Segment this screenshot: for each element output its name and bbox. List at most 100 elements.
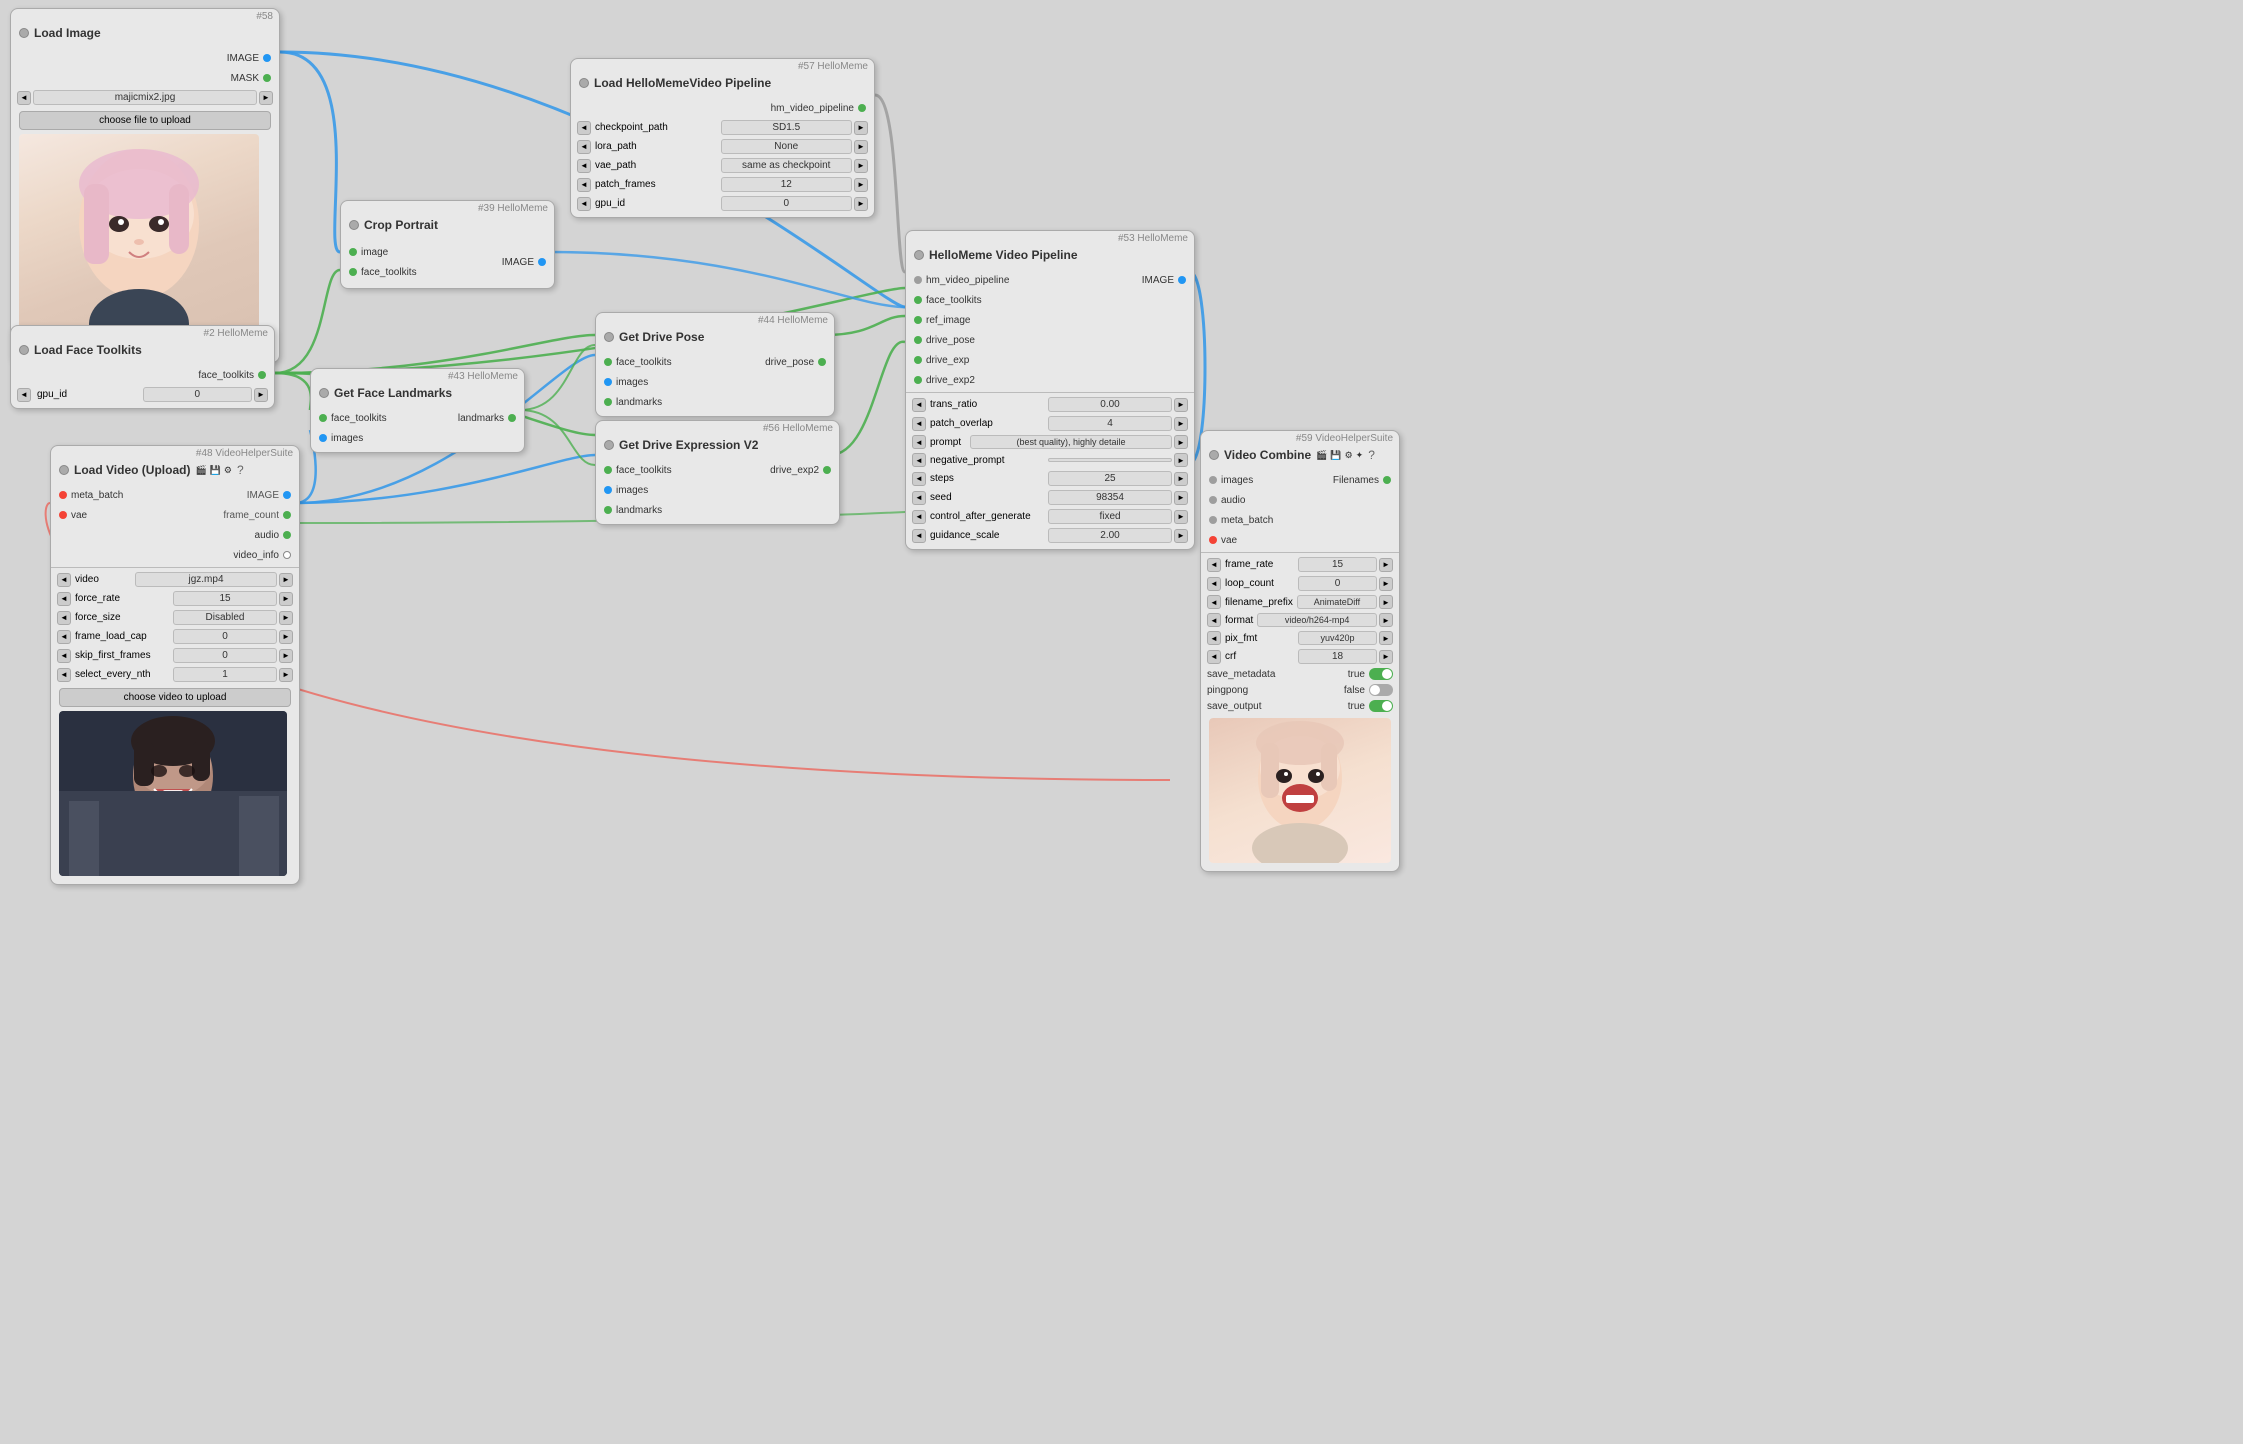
port-dot-filenames[interactable] xyxy=(1383,476,1391,484)
arrow-left-po[interactable]: ◄ xyxy=(912,417,926,431)
port-dot-drive-pose[interactable] xyxy=(818,358,826,366)
arrow-right-flc[interactable]: ► xyxy=(279,630,293,644)
port-dot-in-toolkits[interactable] xyxy=(349,268,357,276)
field-value-prompt: (best quality), highly detaile xyxy=(970,435,1172,449)
arrow-right-frvc[interactable]: ► xyxy=(1379,558,1393,572)
arrow-right-po[interactable]: ► xyxy=(1174,417,1188,431)
arrow-right-fmt[interactable]: ► xyxy=(1379,613,1393,627)
help-btn-vc[interactable]: ? xyxy=(1368,448,1375,462)
node-id-video: #48 VideoHelperSuite xyxy=(51,446,299,459)
arrow-left-pf2[interactable]: ◄ xyxy=(1207,631,1221,645)
arrow-right-lora[interactable]: ► xyxy=(854,140,868,154)
arrow-right-vae[interactable]: ► xyxy=(854,159,868,173)
arrow-right-seed[interactable]: ► xyxy=(1174,491,1188,505)
arrow-left-vae[interactable]: ◄ xyxy=(577,159,591,173)
port-dot-video-info[interactable] xyxy=(283,551,291,559)
port-dot-ft-exp[interactable] xyxy=(604,466,612,474)
arrow-left-sn[interactable]: ◄ xyxy=(57,668,71,682)
arrow-left-pf[interactable]: ◄ xyxy=(577,178,591,192)
arrow-left-sf[interactable]: ◄ xyxy=(57,649,71,663)
arrow-left-frvc[interactable]: ◄ xyxy=(1207,558,1221,572)
arrow-left-flc[interactable]: ◄ xyxy=(57,630,71,644)
arrow-right-gpu-hlm[interactable]: ► xyxy=(854,197,868,211)
arrow-right-steps[interactable]: ► xyxy=(1174,472,1188,486)
help-btn-video[interactable]: ? xyxy=(237,463,244,477)
port-dot-vae-vc[interactable] xyxy=(1209,536,1217,544)
port-dot-landmarks-out[interactable] xyxy=(508,414,516,422)
arrow-left-steps[interactable]: ◄ xyxy=(912,472,926,486)
port-dot-mask[interactable] xyxy=(263,74,271,82)
port-dot-img-exp[interactable] xyxy=(604,486,612,494)
port-dot-image-out[interactable] xyxy=(283,491,291,499)
arrow-right-image[interactable]: ► xyxy=(259,91,273,105)
arrow-right-gs[interactable]: ► xyxy=(1174,529,1188,543)
port-dot-lm-exp[interactable] xyxy=(604,506,612,514)
arrow-right-prompt[interactable]: ► xyxy=(1174,435,1188,449)
arrow-left-seed[interactable]: ◄ xyxy=(912,491,926,505)
port-dot-img-pipe-out[interactable] xyxy=(1178,276,1186,284)
port-dot-meta[interactable] xyxy=(59,491,67,499)
arrow-left-lora[interactable]: ◄ xyxy=(577,140,591,154)
arrow-right-pf[interactable]: ► xyxy=(854,178,868,192)
arrow-right-fr[interactable]: ► xyxy=(279,592,293,606)
port-dot-face-toolkits[interactable] xyxy=(258,371,266,379)
arrow-left-image[interactable]: ◄ xyxy=(17,91,31,105)
port-dot-hm-in[interactable] xyxy=(914,276,922,284)
arrow-right-cp[interactable]: ► xyxy=(854,121,868,135)
arrow-right-neg[interactable]: ► xyxy=(1174,453,1188,467)
port-dot-out-image[interactable] xyxy=(538,258,546,266)
port-dot-vae[interactable] xyxy=(59,511,67,519)
arrow-right-ca[interactable]: ► xyxy=(1174,510,1188,524)
arrow-left-tr[interactable]: ◄ xyxy=(912,398,926,412)
toggle-btn-save-output[interactable] xyxy=(1369,700,1393,712)
arrow-right-pf2[interactable]: ► xyxy=(1379,631,1393,645)
port-dot-drive-exp2[interactable] xyxy=(823,466,831,474)
port-dot-ref-img[interactable] xyxy=(914,316,922,324)
arrow-left-crf[interactable]: ◄ xyxy=(1207,650,1221,664)
port-face-toolkits-pose: face_toolkits xyxy=(596,352,684,372)
arrow-right-tr[interactable]: ► xyxy=(1174,398,1188,412)
arrow-left-video[interactable]: ◄ xyxy=(57,573,71,587)
arrow-left-fmt[interactable]: ◄ xyxy=(1207,613,1221,627)
arrow-left-ca[interactable]: ◄ xyxy=(912,510,926,524)
arrow-left-gpu-hlm[interactable]: ◄ xyxy=(577,197,591,211)
port-dot-audio-vc[interactable] xyxy=(1209,496,1217,504)
port-dot-ft-lm[interactable] xyxy=(319,414,327,422)
port-dot-de2-in[interactable] xyxy=(914,376,922,384)
port-dot-img-vc[interactable] xyxy=(1209,476,1217,484)
arrow-right-gpu[interactable]: ► xyxy=(254,388,268,402)
arrow-right-sn[interactable]: ► xyxy=(279,668,293,682)
arrow-left-prompt[interactable]: ◄ xyxy=(912,435,926,449)
toggle-btn-save-metadata[interactable] xyxy=(1369,668,1393,680)
port-dot-dp-in[interactable] xyxy=(914,336,922,344)
port-dot-meta-vc[interactable] xyxy=(1209,516,1217,524)
arrow-right-lc[interactable]: ► xyxy=(1379,577,1393,591)
port-dot-ft-pipe[interactable] xyxy=(914,296,922,304)
port-dot-ft-pose[interactable] xyxy=(604,358,612,366)
arrow-left-gs[interactable]: ◄ xyxy=(912,529,926,543)
port-dot-frame-count[interactable] xyxy=(283,511,291,519)
toggle-btn-pingpong[interactable] xyxy=(1369,684,1393,696)
port-dot-img-lm[interactable] xyxy=(319,434,327,442)
arrow-left-fs[interactable]: ◄ xyxy=(57,611,71,625)
port-dot-lm-pose[interactable] xyxy=(604,398,612,406)
arrow-right-sf[interactable]: ► xyxy=(279,649,293,663)
port-dot-audio[interactable] xyxy=(283,531,291,539)
arrow-left-cp[interactable]: ◄ xyxy=(577,121,591,135)
arrow-right-fp[interactable]: ► xyxy=(1379,595,1393,609)
arrow-right-crf[interactable]: ► xyxy=(1379,650,1393,664)
upload-video-btn[interactable]: choose video to upload xyxy=(59,688,291,707)
arrow-right-fs[interactable]: ► xyxy=(279,611,293,625)
port-dot-img-pose[interactable] xyxy=(604,378,612,386)
port-dot-in-image[interactable] xyxy=(349,248,357,256)
arrow-left-gpu[interactable]: ◄ xyxy=(17,388,31,402)
port-dot-image[interactable] xyxy=(263,54,271,62)
port-dot-hm-pipeline[interactable] xyxy=(858,104,866,112)
arrow-left-fr[interactable]: ◄ xyxy=(57,592,71,606)
arrow-right-video[interactable]: ► xyxy=(279,573,293,587)
port-dot-de-in[interactable] xyxy=(914,356,922,364)
arrow-left-lc[interactable]: ◄ xyxy=(1207,577,1221,591)
upload-file-btn[interactable]: choose file to upload xyxy=(19,111,271,130)
arrow-left-neg[interactable]: ◄ xyxy=(912,453,926,467)
arrow-left-fp[interactable]: ◄ xyxy=(1207,595,1221,609)
